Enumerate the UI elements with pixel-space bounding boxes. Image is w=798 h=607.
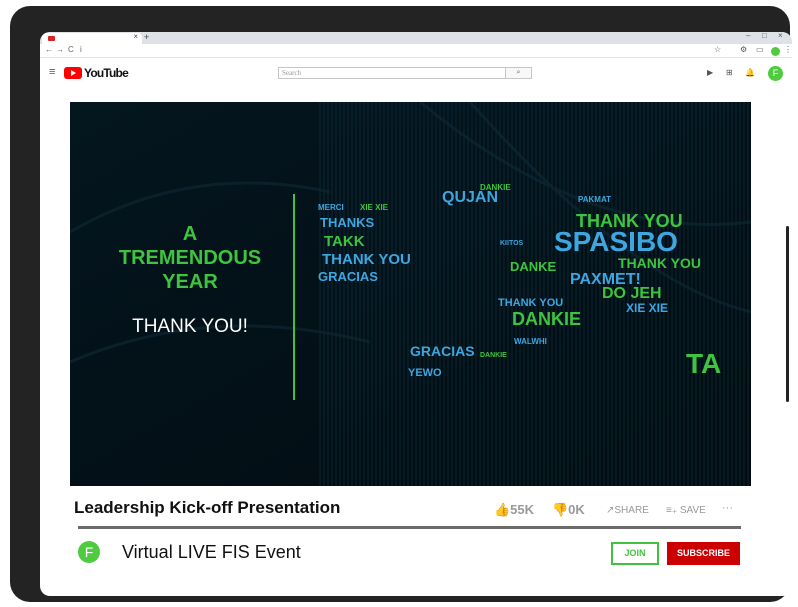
slide-divider [293,194,295,400]
youtube-header: ≡ YouTube Search ⌕ ▶ ⊞ 🔔 F [40,60,792,86]
browser-menu-icon[interactable]: ⋮ [784,45,792,54]
video-player[interactable]: A TREMENDOUS YEAR THANK YOU! QUJAN DANKIE… [70,102,751,486]
map-word: THANK YOU [498,297,564,309]
play-icon [71,70,76,76]
device-side-button [14,36,22,58]
map-word: DANKE [510,259,557,274]
map-word: THANKS [320,215,375,230]
map-word: KIITOS [500,240,524,247]
browser-tabbar: × + – □ × [40,32,792,44]
subscribe-button[interactable]: SUBSCRIBE [667,542,740,565]
forward-icon[interactable]: → [56,45,64,54]
youtube-wordmark[interactable]: YouTube [84,66,129,80]
notifications-icon[interactable]: 🔔 [745,68,755,77]
back-icon[interactable]: ← [45,45,53,54]
divider-bar [78,526,741,529]
more-actions-icon[interactable]: ··· [722,502,733,514]
map-word: QUJAN [442,189,499,206]
tablet-frame: × + – □ × ← → C i ☆ ⚙ ▭ ⋮ ≡ YouTube Sear… [10,6,792,602]
map-word: DANKIE [480,183,511,192]
youtube-favicon-icon [48,36,55,41]
map-word: THANK YOU [618,255,701,271]
world-map-word-cloud: QUJAN DANKIE PAKMAT THANK YOU SPASIBO THANK Y… [300,182,750,412]
map-word: TA [686,348,722,379]
slide-heading-line: YEAR [162,271,218,293]
channel-name[interactable]: Virtual LIVE FIS Event [122,542,301,563]
new-tab-icon[interactable]: + [144,32,149,42]
search-input[interactable]: Search [278,67,506,79]
join-button[interactable]: JOIN [611,542,659,565]
window-close-icon[interactable]: × [778,32,783,40]
search-icon: ⌕ [516,69,521,76]
map-word: TAKK [324,233,365,250]
map-word: DO JEH [602,285,662,302]
map-word: SPASIBO [554,226,678,257]
share-button[interactable]: ↗SHARE [606,505,649,516]
map-word: THANK YOU [322,251,411,268]
map-word: WALWHI [514,337,547,346]
maximize-icon[interactable]: □ [762,32,767,40]
browser-profile-icon[interactable] [771,47,780,56]
reload-icon[interactable]: C [68,45,74,54]
account-avatar[interactable]: F [768,66,783,81]
dislike-button[interactable]: 👎0K [552,502,585,518]
map-word: PAKMAT [578,195,612,204]
apps-grid-icon[interactable]: ⊞ [726,68,733,77]
save-button[interactable]: ≡₊ SAVE [666,505,706,516]
browser-tab[interactable]: × [42,32,142,44]
map-word: DANKIE [480,352,507,359]
youtube-logo-icon[interactable] [64,67,82,79]
scrollbar-thumb[interactable] [786,226,789,402]
create-video-icon[interactable]: ▶ [707,68,713,77]
screen: × + – □ × ← → C i ☆ ⚙ ▭ ⋮ ≡ YouTube Sear… [40,32,792,596]
slide-heading: A TREMENDOUS YEAR [110,222,270,294]
hamburger-menu-icon[interactable]: ≡ [49,66,55,78]
tab-close-icon[interactable]: × [133,32,138,41]
map-word: XIE XIE [626,301,669,315]
slide-heading-line: A [182,223,198,245]
map-word: DANKIE [512,309,582,329]
video-title: Leadership Kick-off Presentation [74,498,341,517]
map-word: MERCI [318,203,344,212]
channel-avatar[interactable]: F [78,541,100,563]
search-button[interactable]: ⌕ [506,67,532,79]
site-info-icon[interactable]: i [80,45,82,54]
like-button[interactable]: 👍55K [494,502,534,518]
star-icon[interactable]: ☆ [714,45,721,54]
browser-toolbar: ← → C i ☆ ⚙ ▭ ⋮ [40,44,792,58]
slide-heading-line: TREMENDOUS [118,247,262,269]
map-word: GRACIAS [410,343,475,359]
device-top-button [100,6,124,12]
map-word: XIE XIE [360,203,389,212]
map-word: YEWO [408,367,442,379]
minimize-icon[interactable]: – [746,32,750,40]
cast-icon[interactable]: ▭ [756,45,764,54]
extension-icon[interactable]: ⚙ [740,45,747,54]
device-top-button [68,6,92,12]
slide-subheading: THANK YOU! [132,316,248,337]
map-word: GRACIAS [318,269,378,284]
